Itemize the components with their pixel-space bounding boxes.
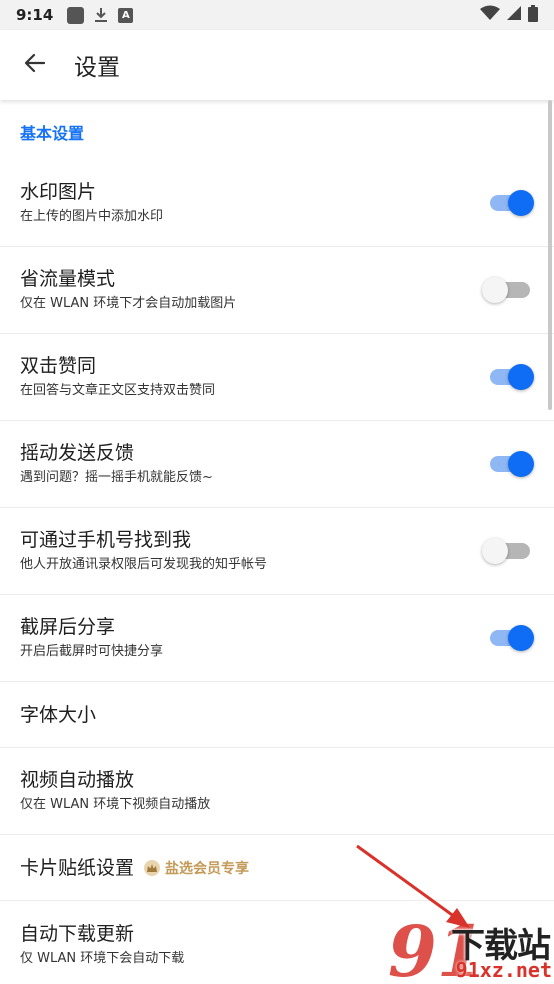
setting-title: 摇动发送反馈: [20, 442, 135, 464]
setting-title: 双击赞同: [20, 355, 97, 377]
download-icon: [94, 7, 108, 23]
setting-screenshot-share[interactable]: 截屏后分享 开启后截屏时可快捷分享: [0, 595, 554, 682]
screenshot-share-toggle[interactable]: [490, 625, 534, 651]
setting-double-tap[interactable]: 双击赞同 在回答与文章正文区支持双击赞同: [0, 334, 554, 421]
setting-video-autoplay[interactable]: 视频自动播放 仅在 WLAN 环境下视频自动播放: [0, 748, 554, 835]
shake-feedback-toggle[interactable]: [490, 451, 534, 477]
wifi-icon: [480, 5, 500, 25]
setting-subtitle: 遇到问题？摇一摇手机就能反馈~: [20, 470, 213, 485]
site-watermark: 91 下载站 91xz.net: [382, 910, 554, 984]
setting-subtitle: 仅在 WLAN 环境下视频自动播放: [20, 797, 211, 812]
notification-square-icon: [67, 6, 85, 24]
data-saver-toggle[interactable]: [482, 277, 530, 303]
page-title: 设置: [74, 55, 120, 81]
setting-title: 可通过手机号找到我: [20, 529, 192, 551]
setting-watermark[interactable]: 水印图片 在上传的图片中添加水印: [0, 160, 554, 247]
status-time: 9:14: [16, 6, 54, 24]
scrollbar[interactable]: [548, 100, 552, 410]
watermark-domain: 91xz.net: [455, 958, 552, 982]
back-button[interactable]: [0, 30, 70, 100]
arrow-left-icon: [23, 51, 47, 79]
vip-badge-label: 盐选会员专享: [165, 860, 250, 877]
setting-title: 截屏后分享: [20, 616, 116, 638]
setting-title: 水印图片: [20, 181, 97, 203]
setting-font-size[interactable]: 字体大小: [0, 682, 554, 748]
setting-subtitle: 仅在 WLAN 环境下才会自动加载图片: [20, 296, 237, 311]
setting-title: 省流量模式: [20, 268, 116, 290]
setting-subtitle: 在回答与文章正文区支持双击赞同: [20, 383, 216, 398]
status-right-icons: [480, 4, 538, 26]
vip-badge: 盐选会员专享: [144, 858, 249, 878]
setting-find-by-phone[interactable]: 可通过手机号找到我 他人开放通讯录权限后可发现我的知乎帐号: [0, 508, 554, 595]
setting-data-saver[interactable]: 省流量模式 仅在 WLAN 环境下才会自动加载图片: [0, 247, 554, 334]
setting-subtitle: 在上传的图片中添加水印: [20, 209, 164, 224]
find-by-phone-toggle[interactable]: [482, 538, 530, 564]
setting-title: 视频自动播放: [20, 769, 135, 791]
section-header-basic: 基本设置: [20, 124, 85, 143]
setting-subtitle: 他人开放通讯录权限后可发现我的知乎帐号: [20, 557, 268, 572]
double-tap-toggle[interactable]: [490, 364, 534, 390]
signal-icon: [506, 5, 522, 25]
setting-card-sticker[interactable]: 卡片贴纸设置 盐选会员专享: [0, 835, 554, 901]
setting-shake-feedback[interactable]: 摇动发送反馈 遇到问题？摇一摇手机就能反馈~: [0, 421, 554, 508]
app-bar: 设置: [0, 30, 554, 100]
text-a-icon: A: [118, 7, 134, 23]
setting-subtitle: 开启后截屏时可快捷分享: [20, 644, 164, 659]
status-bar: 9:14 A: [0, 0, 554, 30]
watermark-toggle[interactable]: [490, 190, 534, 216]
battery-icon: [528, 4, 538, 26]
setting-title: 卡片贴纸设置: [20, 856, 135, 879]
setting-title: 字体大小: [20, 703, 97, 726]
settings-list: 基本设置 水印图片 在上传的图片中添加水印 省流量模式 仅在 WLAN 环境下才…: [0, 100, 554, 984]
crown-icon: [144, 859, 161, 876]
